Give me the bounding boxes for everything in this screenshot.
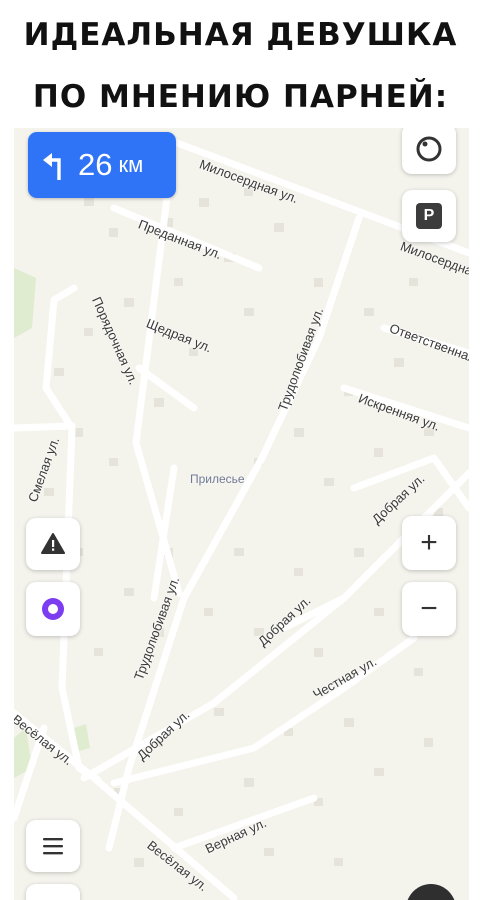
green-area [14,268,36,338]
warning-triangle-icon [41,533,65,554]
alice-icon [42,598,64,620]
bottom-left-button[interactable] [26,884,80,900]
zoom-out-button[interactable]: − [402,582,456,636]
menu-button[interactable] [26,820,80,872]
road-shchedraya [135,364,198,412]
minus-icon: − [420,592,438,625]
turn-left-arrow-icon [43,153,61,180]
meme-caption: ИДЕАЛЬНАЯ ДЕВУШКА ПО МНЕНИЮ ПАРНЕЙ: [0,0,481,128]
caption-line-1: ИДЕАЛЬНАЯ ДЕВУШКА [23,17,458,53]
parking-button[interactable]: P [402,190,456,242]
zoom-in-button[interactable]: + [402,516,456,570]
hamburger-menu-icon [43,838,63,855]
route-distance-badge[interactable]: 26 км [28,132,176,198]
compass-icon [416,136,442,162]
route-distance-unit: км [118,152,144,177]
route-distance-value: 26 [78,147,113,182]
plus-icon: + [420,526,438,559]
locality-label: Прилесье [190,472,245,486]
parking-icon: P [416,203,442,229]
alice-assistant-button[interactable] [26,582,80,636]
caption-line-2: ПО МНЕНИЮ ПАРНЕЙ: [32,79,449,115]
road-events-button[interactable] [26,518,80,570]
road-branch [14,422,76,432]
map-view[interactable]: Прилесье Милосердная ул. Милосердная ул.… [14,128,469,900]
compass-button[interactable] [402,128,456,174]
buildings [34,188,443,867]
